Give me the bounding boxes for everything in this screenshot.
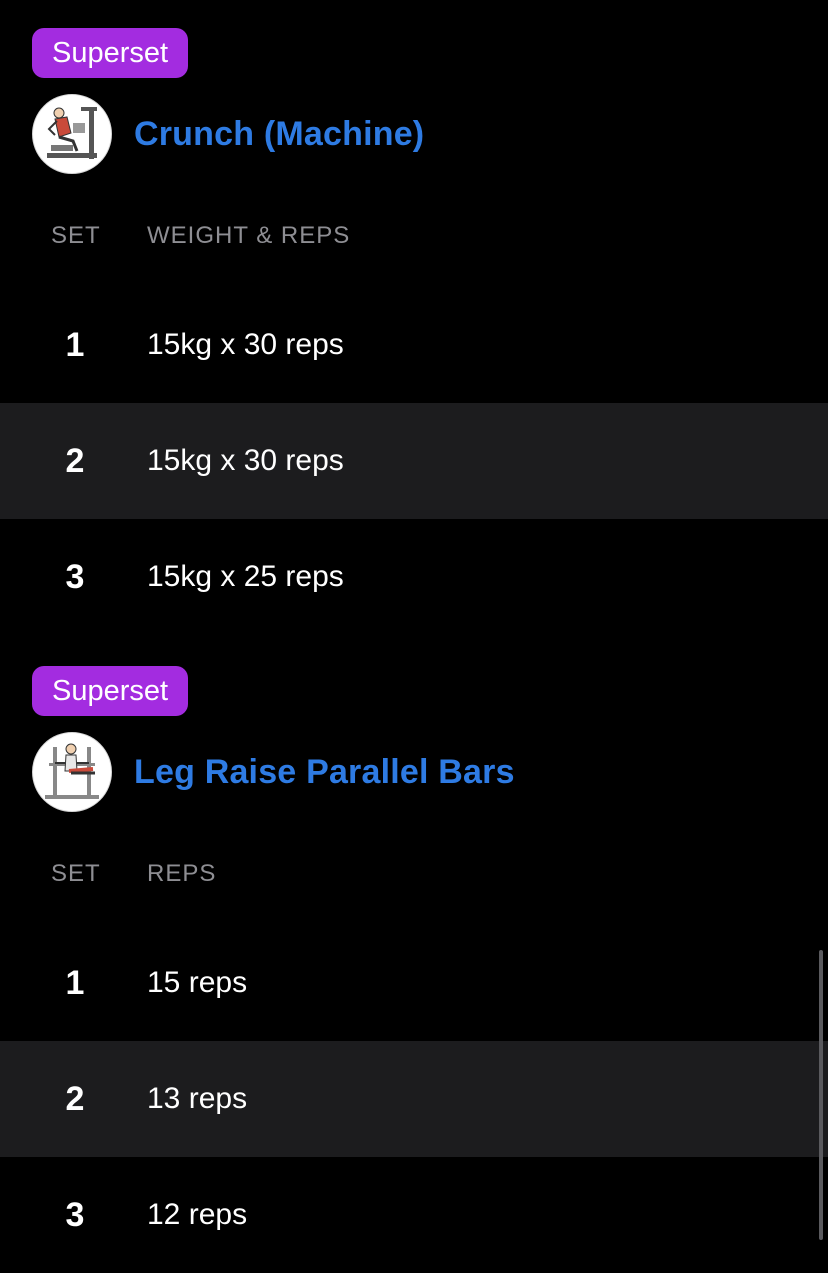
set-value: 15kg x 30 reps xyxy=(147,328,344,361)
exercise-header[interactable]: Leg Raise Parallel Bars xyxy=(32,731,515,813)
exercise-title[interactable]: Crunch (Machine) xyxy=(134,115,424,154)
set-row[interactable]: 3 15kg x 25 reps xyxy=(0,519,828,635)
set-row[interactable]: 2 15kg x 30 reps xyxy=(0,403,828,519)
set-number: 1 xyxy=(65,964,85,1002)
leg-raise-parallel-bars-thumbnail-icon[interactable] xyxy=(32,732,112,812)
set-row[interactable]: 1 15kg x 30 reps xyxy=(0,287,828,403)
reps-column-header: REPS xyxy=(147,860,217,887)
set-value: 15 reps xyxy=(147,966,248,999)
sets-column-headers: SET REPS xyxy=(0,860,828,894)
set-row[interactable]: 3 12 reps xyxy=(0,1157,828,1273)
set-value: 15kg x 30 reps xyxy=(147,444,344,477)
exercise-header[interactable]: Crunch (Machine) xyxy=(32,93,424,175)
sets-column-headers: SET WEIGHT & REPS xyxy=(0,222,828,256)
set-value: 15kg x 25 reps xyxy=(147,560,344,593)
sets-list: 1 15 reps 2 13 reps 3 12 reps xyxy=(0,925,828,1273)
crunch-machine-thumbnail-icon[interactable] xyxy=(32,94,112,174)
set-column-header: SET xyxy=(51,222,101,249)
set-value: 13 reps xyxy=(147,1082,248,1115)
superset-badge: Superset xyxy=(32,28,189,78)
vertical-scrollbar[interactable] xyxy=(819,950,823,1240)
exercise-title[interactable]: Leg Raise Parallel Bars xyxy=(134,753,515,792)
set-column-header: SET xyxy=(51,860,101,887)
set-number: 1 xyxy=(65,326,85,364)
set-number: 3 xyxy=(65,1196,85,1234)
set-row[interactable]: 1 15 reps xyxy=(0,925,828,1041)
weight-reps-column-header: WEIGHT & REPS xyxy=(147,222,351,249)
sets-list: 1 15kg x 30 reps 2 15kg x 30 reps 3 15kg… xyxy=(0,287,828,635)
superset-badge: Superset xyxy=(32,666,189,716)
set-number: 3 xyxy=(65,558,85,596)
set-number: 2 xyxy=(65,442,85,480)
set-row[interactable]: 2 13 reps xyxy=(0,1041,828,1157)
set-value: 12 reps xyxy=(147,1198,248,1231)
set-number: 2 xyxy=(65,1080,85,1118)
